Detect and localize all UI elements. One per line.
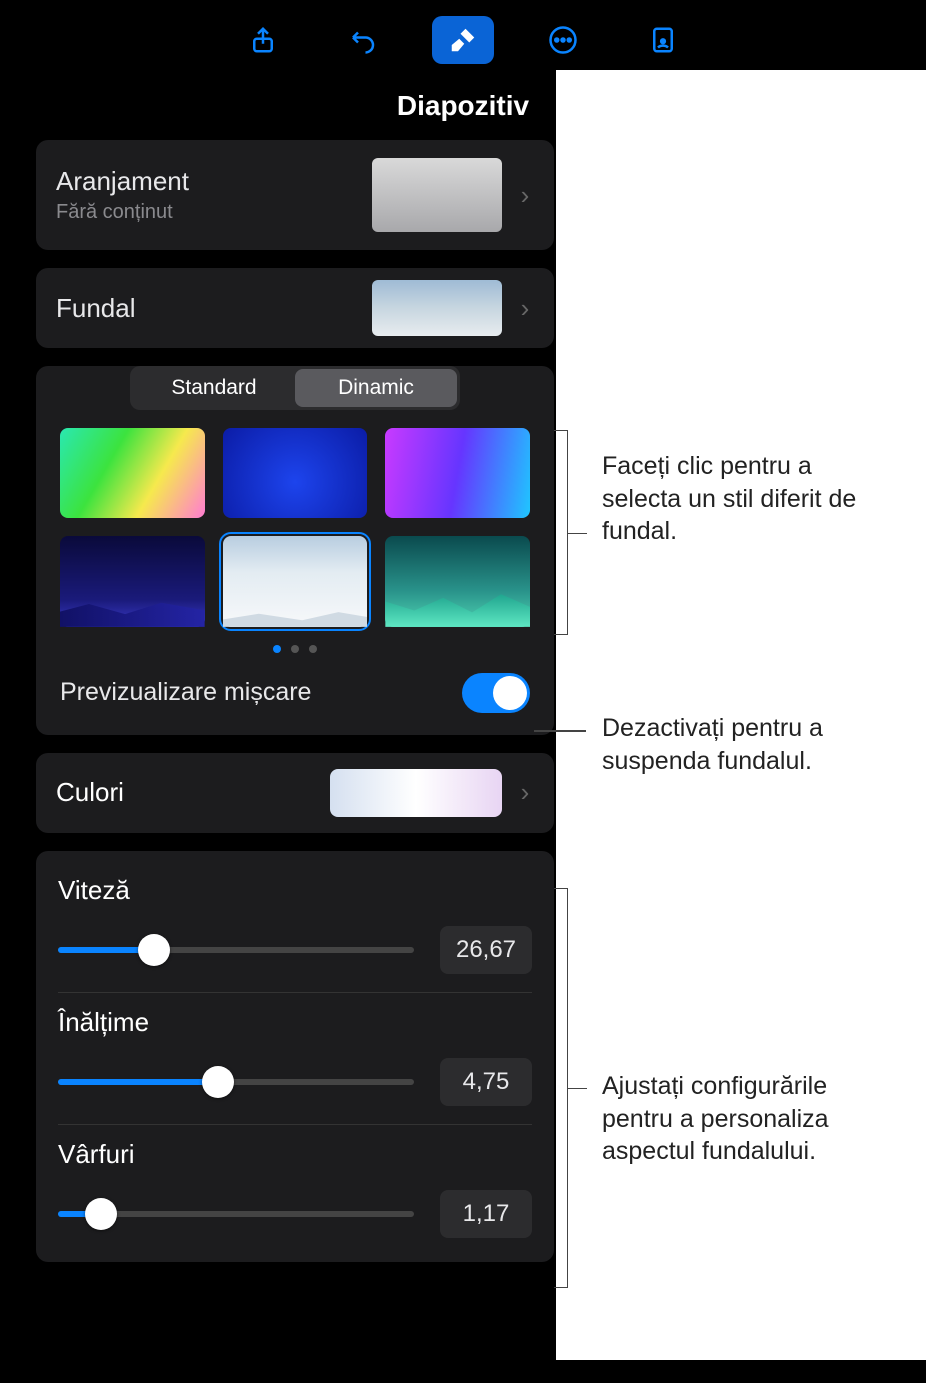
panel-title: Diapozitiv <box>0 90 926 122</box>
colors-row[interactable]: Culori › <box>36 753 554 833</box>
height-label: Înălțime <box>58 1007 532 1038</box>
toolbar <box>0 0 926 70</box>
height-value[interactable]: 4,75 <box>440 1058 532 1106</box>
peaks-label: Vârfuri <box>58 1139 532 1170</box>
callout-line-2 <box>534 730 586 732</box>
sliders-card: Viteză 26,67 Înălțime 4,75 <box>36 851 554 1262</box>
document-view-button[interactable] <box>632 16 694 64</box>
style-segmented-control[interactable]: Standard Dinamic <box>130 366 460 410</box>
peaks-slider-block: Vârfuri 1,17 <box>58 1125 532 1244</box>
height-slider[interactable] <box>58 1079 414 1085</box>
page-dot-3 <box>309 645 317 653</box>
background-thumbnail <box>372 280 502 336</box>
background-label: Fundal <box>56 293 358 324</box>
chevron-right-icon: › <box>516 293 534 324</box>
colors-preview <box>330 769 502 817</box>
bg-swatch-1[interactable] <box>60 428 205 518</box>
bg-swatch-2[interactable] <box>223 428 368 518</box>
speed-slider-block: Viteză 26,67 <box>58 861 532 993</box>
colors-label: Culori <box>56 777 316 808</box>
speed-value[interactable]: 26,67 <box>440 926 532 974</box>
height-slider-block: Înălțime 4,75 <box>58 993 532 1125</box>
segment-dynamic[interactable]: Dinamic <box>295 369 457 407</box>
annotations-column: Faceți clic pentru a selecta un stil dif… <box>554 140 926 1280</box>
annotation-disable-preview: Dezactivați pentru a suspenda fundalul. <box>602 712 902 777</box>
callout-bracket-3 <box>554 888 568 1288</box>
format-brush-button[interactable] <box>432 16 494 64</box>
page-indicator[interactable] <box>36 645 554 653</box>
segment-standard[interactable]: Standard <box>133 369 295 407</box>
bg-swatch-4[interactable] <box>60 536 205 626</box>
annotation-select-style: Faceți clic pentru a selecta un stil dif… <box>602 450 882 548</box>
speed-label: Viteză <box>58 875 532 906</box>
arrangement-label: Aranjament <box>56 166 358 197</box>
bg-swatch-6[interactable] <box>385 536 530 626</box>
arrangement-sublabel: Fără conținut <box>56 201 358 224</box>
speed-slider[interactable] <box>58 947 414 953</box>
page-dot-2 <box>291 645 299 653</box>
arrangement-thumbnail <box>372 158 502 232</box>
annotation-adjust-settings: Ajustați configurările pentru a personal… <box>602 1070 902 1168</box>
share-button[interactable] <box>232 16 294 64</box>
bg-swatch-3[interactable] <box>385 428 530 518</box>
background-style-card: Standard Dinamic Previzualizare mișcare <box>36 366 554 735</box>
peaks-slider[interactable] <box>58 1211 414 1217</box>
undo-button[interactable] <box>332 16 394 64</box>
arrangement-row[interactable]: Aranjament Fără conținut › <box>36 140 554 250</box>
background-swatch-grid <box>36 428 554 627</box>
bg-swatch-5-selected[interactable] <box>223 536 368 626</box>
chevron-right-icon: › <box>516 180 534 211</box>
preview-motion-label: Previzualizare mișcare <box>60 678 462 707</box>
chevron-right-icon: › <box>516 777 534 808</box>
more-button[interactable] <box>532 16 594 64</box>
background-row[interactable]: Fundal › <box>36 268 554 348</box>
page-dot-1 <box>273 645 281 653</box>
inspector-panel: Aranjament Fără conținut › Fundal › Stan… <box>36 140 554 1280</box>
callout-bracket-1 <box>554 430 568 635</box>
preview-motion-toggle[interactable] <box>462 673 530 713</box>
peaks-value[interactable]: 1,17 <box>440 1190 532 1238</box>
